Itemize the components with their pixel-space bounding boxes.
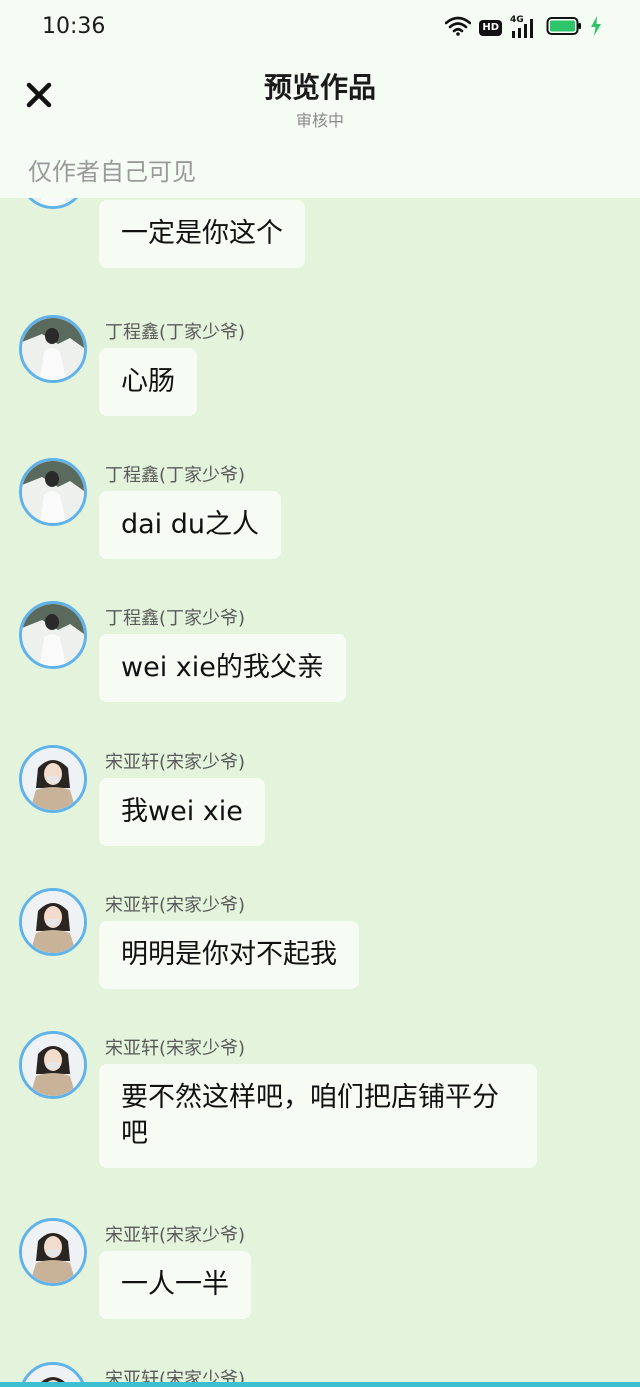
wifi-icon bbox=[445, 16, 472, 40]
message-bubble[interactable]: 一定是你这个 bbox=[99, 200, 305, 268]
signal-icon: 4G bbox=[510, 15, 538, 39]
avatar[interactable] bbox=[19, 458, 87, 526]
status-time: 10:36 bbox=[42, 14, 106, 39]
page-title: 预览作品 bbox=[263, 71, 376, 104]
message-bubble[interactable]: 一人一半 bbox=[99, 1251, 251, 1319]
message-bubble[interactable]: dai du之人 bbox=[99, 491, 282, 559]
visibility-note: 仅作者自己可见 bbox=[28, 158, 196, 186]
sender-name: 丁程鑫(丁家少爷) bbox=[105, 608, 246, 629]
message-bubble[interactable]: 要不然这样吧，咱们把店铺平分吧 bbox=[99, 1064, 537, 1168]
avatar[interactable] bbox=[19, 745, 87, 813]
sender-name: 宋亚轩(宋家少爷) bbox=[105, 752, 246, 773]
hd-icon: HD bbox=[479, 20, 502, 36]
message-bubble[interactable]: wei xie的我父亲 bbox=[99, 634, 346, 702]
battery-icon bbox=[546, 16, 582, 40]
message-bubble[interactable]: 我wei xie bbox=[99, 778, 265, 846]
avatar[interactable] bbox=[19, 601, 87, 669]
sender-name: 宋亚轩(宋家少爷) bbox=[105, 1038, 246, 1059]
avatar[interactable] bbox=[19, 888, 87, 956]
sender-name: 宋亚轩(宋家少爷) bbox=[105, 1369, 246, 1382]
preview-header: 预览作品 审核中 仅作者自己可见 bbox=[0, 56, 640, 198]
sender-name: 丁程鑫(丁家少爷) bbox=[105, 465, 246, 486]
message-bubble[interactable]: 明明是你对不起我 bbox=[99, 921, 359, 989]
status-icons: HD 4G bbox=[445, 15, 602, 40]
chat-message-list[interactable]: 一定是你这个 丁程鑫(丁家少爷) 心肠 丁程鑫(丁家少爷) dai du之人 丁… bbox=[0, 198, 640, 1382]
bottom-accent-line bbox=[0, 1382, 640, 1387]
message-bubble[interactable]: 心肠 bbox=[99, 348, 197, 416]
avatar[interactable] bbox=[19, 1031, 87, 1099]
status-bar: 10:36 HD 4G bbox=[0, 0, 640, 56]
sender-name: 宋亚轩(宋家少爷) bbox=[105, 895, 246, 916]
review-status: 审核中 bbox=[295, 111, 344, 130]
avatar[interactable] bbox=[19, 198, 87, 209]
sender-name: 丁程鑫(丁家少爷) bbox=[105, 322, 246, 343]
avatar[interactable] bbox=[19, 1218, 87, 1286]
charging-icon bbox=[590, 16, 602, 40]
avatar[interactable] bbox=[19, 315, 87, 383]
sender-name: 宋亚轩(宋家少爷) bbox=[105, 1225, 246, 1246]
avatar[interactable] bbox=[19, 1362, 87, 1382]
